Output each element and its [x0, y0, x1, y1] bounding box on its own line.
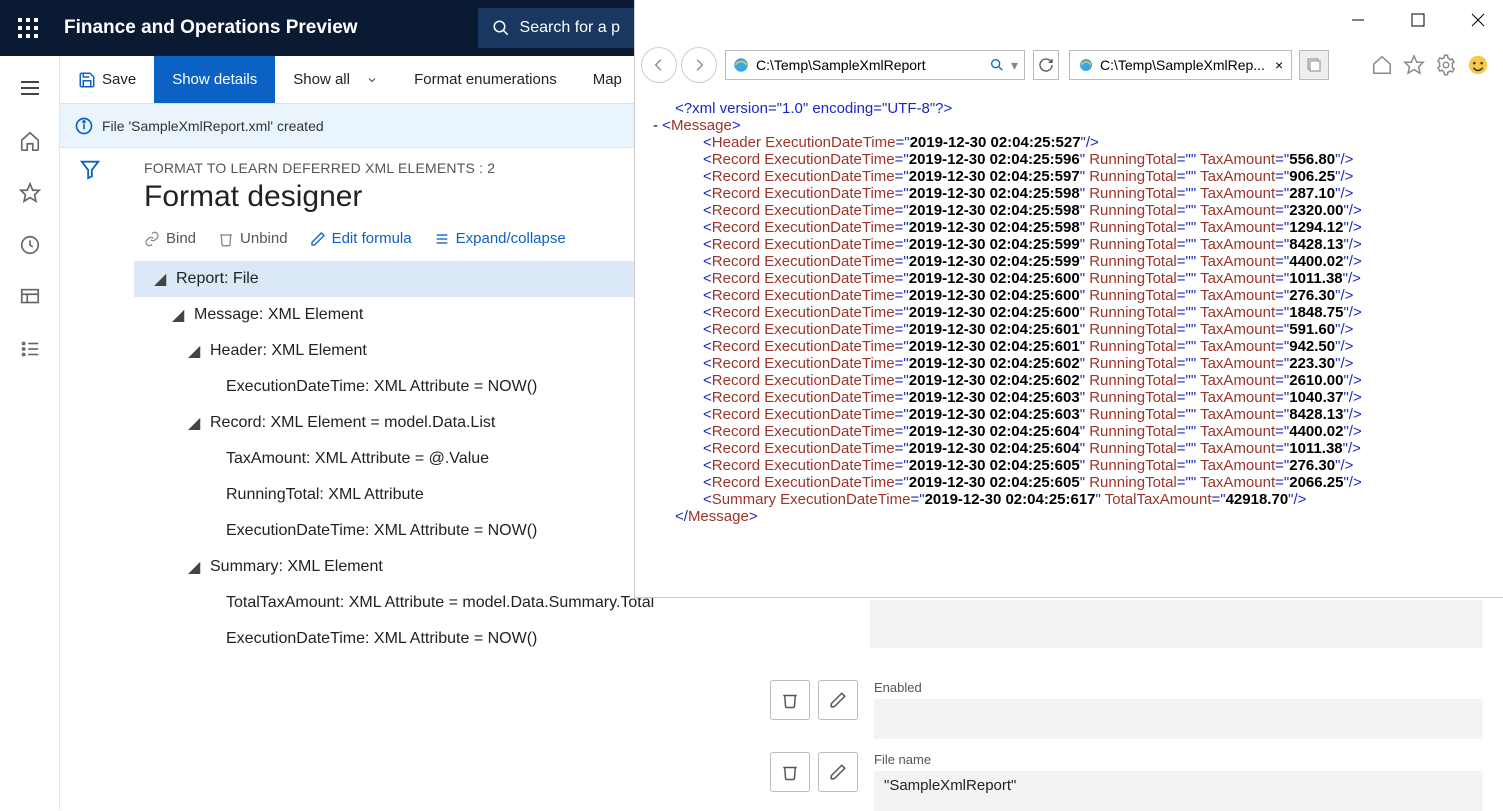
search-placeholder: Search for a p	[520, 19, 621, 37]
list-icon	[434, 231, 450, 247]
chevron-down-icon	[366, 74, 378, 86]
format-enum-button[interactable]: Format enumerations	[396, 56, 575, 103]
search-input[interactable]: Search for a p	[478, 8, 635, 48]
edit-property-button[interactable]	[818, 752, 858, 792]
tree-label: RunningTotal: XML Attribute	[226, 486, 424, 504]
tree-label: Header: XML Element	[210, 342, 367, 360]
map-button[interactable]: Map	[575, 56, 640, 103]
close-button[interactable]	[1461, 6, 1495, 34]
tree-label: Record: XML Element = model.Data.List	[210, 414, 495, 432]
save-button[interactable]: Save	[60, 56, 154, 103]
maximize-button[interactable]	[1401, 6, 1435, 34]
tree-label: Message: XML Element	[194, 306, 363, 324]
home-icon[interactable]	[1371, 54, 1393, 76]
ie-window: C:\Temp\SampleXmlReport ▾ C:\Temp\Sample…	[634, 0, 1503, 598]
save-label: Save	[102, 71, 136, 88]
refresh-button[interactable]	[1033, 50, 1059, 80]
trash-icon	[218, 231, 234, 247]
clock-icon[interactable]	[19, 234, 41, 256]
trash-icon	[781, 691, 799, 709]
tree-label: ExecutionDateTime: XML Attribute = NOW()	[226, 522, 537, 540]
show-details-label: Show details	[172, 71, 257, 88]
star-icon[interactable]	[1403, 54, 1425, 76]
delete-property-button[interactable]	[770, 752, 810, 792]
tree-label: Report: File	[176, 270, 259, 288]
save-icon	[78, 71, 96, 89]
left-nav-rail	[0, 56, 60, 810]
tree-label: Summary: XML Element	[210, 558, 383, 576]
property-field-empty	[870, 600, 1483, 648]
show-details-button[interactable]: Show details	[154, 56, 275, 103]
filename-label: File name	[874, 752, 1503, 767]
back-button[interactable]	[641, 47, 677, 83]
pencil-icon	[829, 691, 847, 709]
edit-property-button[interactable]	[818, 680, 858, 720]
bind-label: Bind	[166, 230, 196, 247]
address-bar[interactable]: C:\Temp\SampleXmlReport ▾	[725, 50, 1025, 80]
browser-tab[interactable]: C:\Temp\SampleXmlRep... ×	[1069, 50, 1292, 80]
edit-formula-button[interactable]: Edit formula	[310, 230, 412, 247]
enabled-label: Enabled	[874, 680, 1503, 695]
ie-right-icons	[1371, 54, 1497, 76]
ie-titlebar	[635, 0, 1503, 40]
info-icon	[74, 116, 94, 136]
show-all-button[interactable]: Show all	[275, 56, 396, 103]
link-icon	[144, 231, 160, 247]
gear-icon[interactable]	[1435, 54, 1457, 76]
unbind-button[interactable]: Unbind	[218, 230, 288, 247]
delete-property-button[interactable]	[770, 680, 810, 720]
tree-label: TaxAmount: XML Attribute = @.Value	[226, 450, 489, 468]
filename-field[interactable]: "SampleXmlReport"	[874, 771, 1483, 811]
edit-label: Edit formula	[332, 230, 412, 247]
expand-label: Expand/collapse	[456, 230, 566, 247]
star-icon[interactable]	[19, 182, 41, 204]
bind-button[interactable]: Bind	[144, 230, 196, 247]
trash-icon	[781, 763, 799, 781]
filename-value: "SampleXmlReport"	[884, 777, 1016, 794]
workspace-icon[interactable]	[19, 286, 41, 308]
smiley-icon[interactable]	[1467, 54, 1489, 76]
new-tab-button[interactable]	[1299, 50, 1329, 80]
ie-logo-icon	[1078, 57, 1094, 73]
unbind-label: Unbind	[240, 230, 288, 247]
home-icon[interactable]	[19, 130, 41, 152]
waffle-icon[interactable]	[0, 0, 56, 56]
format-enum-label: Format enumerations	[414, 71, 557, 88]
pencil-icon	[310, 231, 326, 247]
address-text: C:\Temp\SampleXmlReport	[756, 57, 926, 73]
map-label: Map	[593, 71, 622, 88]
show-all-label: Show all	[293, 71, 350, 88]
pencil-icon	[829, 763, 847, 781]
minimize-button[interactable]	[1341, 6, 1375, 34]
xml-viewer: <?xml version="1.0" encoding="UTF-8"?>- …	[653, 100, 1497, 593]
modules-icon[interactable]	[19, 338, 41, 360]
tree-label: ExecutionDateTime: XML Attribute = NOW()	[226, 630, 537, 648]
enabled-field[interactable]	[874, 699, 1483, 739]
property-filename-row: File name "SampleXmlReport"	[770, 752, 1503, 811]
forward-button[interactable]	[681, 47, 717, 83]
close-tab-icon[interactable]: ×	[1275, 57, 1283, 73]
app-title: Finance and Operations Preview	[64, 17, 358, 39]
hamburger-icon[interactable]	[17, 76, 43, 100]
tab-label: C:\Temp\SampleXmlRep...	[1100, 57, 1265, 73]
ie-logo-icon	[732, 56, 750, 74]
property-enabled-row: Enabled	[770, 680, 1503, 739]
ie-toolbar: C:\Temp\SampleXmlReport ▾ C:\Temp\Sample…	[635, 40, 1503, 90]
funnel-icon[interactable]	[79, 158, 101, 180]
tree-label: TotalTaxAmount: XML Attribute = model.Da…	[226, 594, 654, 612]
search-icon	[989, 57, 1005, 73]
search-icon	[492, 19, 510, 37]
tree-label: ExecutionDateTime: XML Attribute = NOW()	[226, 378, 537, 396]
filter-panel	[60, 148, 120, 810]
info-text: File 'SampleXmlReport.xml' created	[102, 118, 324, 134]
expand-collapse-button[interactable]: Expand/collapse	[434, 230, 566, 247]
